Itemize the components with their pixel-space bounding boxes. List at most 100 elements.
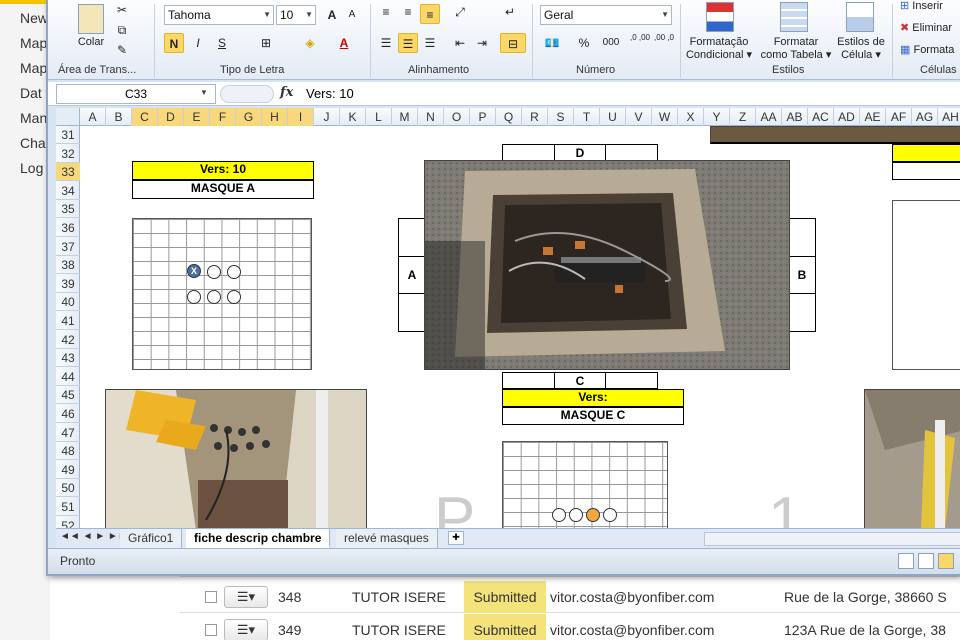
font-name-select[interactable]: Tahoma ▼ bbox=[164, 5, 274, 25]
align-center-icon[interactable]: ☰ bbox=[398, 33, 418, 53]
page-break-view-icon[interactable] bbox=[938, 553, 954, 569]
tab-grafico1[interactable]: Gráfico1 bbox=[120, 529, 183, 548]
align-middle-icon[interactable]: ≡ bbox=[398, 2, 418, 22]
column-header[interactable]: R bbox=[522, 108, 548, 126]
delete-cells-button[interactable]: ✖ Eliminar bbox=[900, 22, 952, 35]
column-header[interactable]: A bbox=[80, 108, 106, 126]
name-box[interactable]: C33 bbox=[56, 84, 216, 104]
row-checkbox[interactable] bbox=[205, 624, 217, 636]
sidebar-item-map-2[interactable]: Map bbox=[20, 60, 47, 76]
conditional-formatting-button[interactable]: Formatação Condicional ▾ bbox=[684, 36, 754, 62]
number-format-select[interactable]: Geral ▼ bbox=[540, 5, 672, 25]
cell-styles-icon[interactable] bbox=[846, 2, 874, 32]
orientation-icon[interactable]: ⤢ bbox=[450, 2, 470, 22]
row-header[interactable]: 39 bbox=[56, 275, 80, 293]
column-header[interactable]: D bbox=[158, 108, 184, 126]
column-header[interactable]: P bbox=[470, 108, 496, 126]
new-sheet-icon[interactable]: ✚ bbox=[448, 531, 464, 545]
font-color-button[interactable]: A bbox=[334, 33, 354, 53]
chamber-wall-photo[interactable] bbox=[105, 389, 367, 528]
row-header[interactable]: 47 bbox=[56, 424, 80, 442]
column-header[interactable]: O bbox=[444, 108, 470, 126]
row-header[interactable]: 42 bbox=[56, 331, 80, 349]
column-header[interactable]: AD bbox=[834, 108, 860, 126]
align-right-icon[interactable]: ☰ bbox=[420, 33, 440, 53]
borders-icon[interactable]: ⊞ bbox=[256, 33, 276, 53]
grow-font-button[interactable]: A bbox=[322, 5, 342, 25]
column-header[interactable]: J bbox=[314, 108, 340, 126]
insert-function-button[interactable]: fx bbox=[280, 85, 293, 100]
column-header[interactable]: M bbox=[392, 108, 418, 126]
column-header[interactable]: Y bbox=[704, 108, 730, 126]
font-size-select[interactable]: 10 ▼ bbox=[276, 5, 316, 25]
masque-b-label[interactable] bbox=[892, 162, 960, 180]
column-header[interactable]: AF bbox=[886, 108, 912, 126]
sidebar-item-logout[interactable]: Log bbox=[20, 160, 43, 176]
sidebar-item-map-1[interactable]: Map bbox=[20, 35, 47, 51]
row-header[interactable]: 37 bbox=[56, 238, 80, 256]
chamber-photo[interactable] bbox=[424, 160, 790, 370]
tab-fiche-descrip-chambre[interactable]: fiche descrip chambre bbox=[186, 529, 331, 548]
row-header[interactable]: 48 bbox=[56, 442, 80, 461]
column-header[interactable]: AG bbox=[912, 108, 938, 126]
row-header[interactable]: 34 bbox=[56, 182, 80, 200]
copy-icon[interactable]: ⧉ bbox=[112, 20, 132, 40]
normal-view-icon[interactable] bbox=[898, 553, 914, 569]
column-header[interactable]: AB bbox=[782, 108, 808, 126]
cut-icon[interactable]: ✂ bbox=[112, 0, 132, 20]
column-header[interactable]: H bbox=[262, 108, 288, 126]
cell-styles-button[interactable]: Estilos de Célula ▾ bbox=[834, 36, 888, 62]
wrap-text-icon[interactable]: ↵ bbox=[500, 2, 520, 22]
decrease-decimal-button[interactable]: ,00 ,0 bbox=[652, 33, 676, 53]
row-header[interactable]: 43 bbox=[56, 349, 80, 368]
column-header[interactable]: K bbox=[340, 108, 366, 126]
sidebar-item-new[interactable]: New bbox=[20, 10, 48, 26]
row-header[interactable]: 40 bbox=[56, 293, 80, 312]
fill-color-icon[interactable]: ◈ bbox=[300, 33, 320, 53]
row-header[interactable]: 51 bbox=[56, 498, 80, 516]
column-header[interactable]: AH bbox=[938, 108, 960, 126]
vers-a-cell[interactable]: Vers: 10 bbox=[132, 161, 314, 180]
sidebar-item-data[interactable]: Dat bbox=[20, 85, 42, 101]
row-header[interactable]: 36 bbox=[56, 219, 80, 237]
column-header[interactable]: B bbox=[106, 108, 132, 126]
column-header[interactable]: E bbox=[184, 108, 210, 126]
vers-c-cell[interactable]: Vers: bbox=[502, 389, 684, 407]
align-bottom-icon[interactable]: ≡ bbox=[420, 4, 440, 24]
insert-cells-button[interactable]: ⊞ Inserir bbox=[900, 0, 943, 13]
sidebar-item-change[interactable]: Cha bbox=[20, 135, 46, 151]
column-header[interactable]: AE bbox=[860, 108, 886, 126]
align-left-icon[interactable]: ☰ bbox=[376, 33, 396, 53]
column-header[interactable]: N bbox=[418, 108, 444, 126]
row-header[interactable]: 38 bbox=[56, 256, 80, 275]
align-top-icon[interactable]: ≡ bbox=[376, 2, 396, 22]
column-header[interactable]: T bbox=[574, 108, 600, 126]
masque-a-label[interactable]: MASQUE A bbox=[132, 180, 314, 199]
percent-button[interactable]: % bbox=[574, 33, 594, 53]
row-header[interactable]: 41 bbox=[56, 312, 80, 330]
row-header[interactable]: 33 bbox=[56, 163, 80, 182]
merge-center-icon[interactable]: ⊟ bbox=[500, 33, 526, 53]
increase-indent-icon[interactable]: ⇥ bbox=[472, 33, 492, 53]
sidebar-item-manage[interactable]: Man bbox=[20, 110, 47, 126]
bold-button[interactable]: N bbox=[164, 33, 184, 53]
masque-c-label[interactable]: MASQUE C bbox=[502, 407, 684, 425]
select-all-corner[interactable] bbox=[56, 108, 80, 126]
row-header[interactable]: 46 bbox=[56, 405, 80, 423]
column-header[interactable]: W bbox=[652, 108, 678, 126]
chevron-down-icon[interactable]: ▼ bbox=[200, 88, 208, 97]
column-header[interactable]: AC bbox=[808, 108, 834, 126]
paste-icon[interactable] bbox=[78, 4, 104, 34]
column-header[interactable]: C bbox=[132, 108, 158, 126]
column-header[interactable]: F bbox=[210, 108, 236, 126]
row-header[interactable]: 35 bbox=[56, 200, 80, 219]
column-header[interactable]: AA bbox=[756, 108, 782, 126]
currency-icon[interactable]: 💶 bbox=[542, 33, 562, 53]
column-header[interactable]: L bbox=[366, 108, 392, 126]
row-menu-button[interactable]: ☰▾ bbox=[224, 586, 268, 608]
column-header[interactable]: I bbox=[288, 108, 314, 126]
column-header[interactable]: Q bbox=[496, 108, 522, 126]
format-painter-icon[interactable]: ✎ bbox=[112, 40, 132, 60]
format-as-table-icon[interactable] bbox=[780, 2, 808, 32]
row-header[interactable]: 44 bbox=[56, 368, 80, 386]
